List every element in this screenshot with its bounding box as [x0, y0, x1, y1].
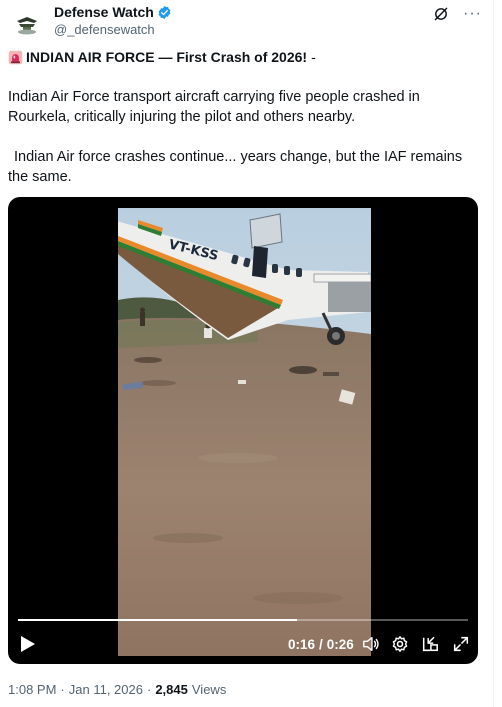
verified-badge-icon [158, 5, 171, 19]
post-date[interactable]: Jan 11, 2026 [69, 682, 143, 697]
grok-icon[interactable] [433, 6, 449, 22]
post-paragraph-2: Indian Air force crashes continue... yea… [8, 149, 463, 185]
headline-text: INDIAN AIR FORCE — First Crash of 2026! [26, 49, 308, 65]
post-header: Defense Watch @_defensewatch ··· [8, 4, 488, 44]
separator-dot: · [60, 682, 65, 697]
video-controls: 0:16 / 0:26 [8, 629, 478, 659]
post-time[interactable]: 1:08 PM [8, 682, 56, 697]
video-time: 0:16 / 0:26 [288, 637, 354, 652]
post-card: Defense Watch @_defensewatch ··· INDIAN … [0, 0, 494, 707]
post-paragraph-1: Indian Air Force transport aircraft carr… [8, 89, 420, 125]
picture-in-picture-icon[interactable] [421, 635, 439, 653]
aircraft-crash-scene-image: VT-KSS [118, 208, 371, 656]
current-time: 0:16 [288, 637, 316, 652]
separator-dot-2: · [146, 682, 152, 697]
siren-emoji-icon [8, 50, 23, 64]
play-icon[interactable] [20, 635, 36, 653]
post-metadata: 1:08 PM · Jan 11, 2026 · 2,845 Views [8, 682, 226, 697]
video-progress-fill [18, 619, 297, 621]
video-frame[interactable]: VT-KSS [118, 208, 371, 656]
views-label: Views [191, 682, 227, 697]
video-progress-bar[interactable] [18, 619, 468, 621]
defense-watch-logo-icon [12, 8, 42, 38]
headline-suffix: - [311, 49, 316, 65]
volume-icon[interactable] [362, 635, 380, 653]
handle[interactable]: @_defensewatch [54, 22, 155, 37]
fullscreen-icon[interactable] [452, 635, 470, 653]
header-actions: ··· [433, 6, 482, 22]
video-player[interactable]: VT-KSS 0:16 / 0:26 [8, 197, 478, 664]
time-separator: / [319, 637, 323, 652]
avatar[interactable] [12, 8, 42, 38]
duration: 0:26 [326, 637, 354, 652]
post-headline: INDIAN AIR FORCE — First Crash of 2026! … [8, 49, 316, 65]
display-name[interactable]: Defense Watch [54, 4, 154, 20]
views-count: 2,845 [155, 682, 188, 697]
settings-gear-icon[interactable] [391, 635, 409, 653]
name-row: Defense Watch [54, 4, 172, 20]
more-options-icon[interactable]: ··· [463, 6, 482, 22]
